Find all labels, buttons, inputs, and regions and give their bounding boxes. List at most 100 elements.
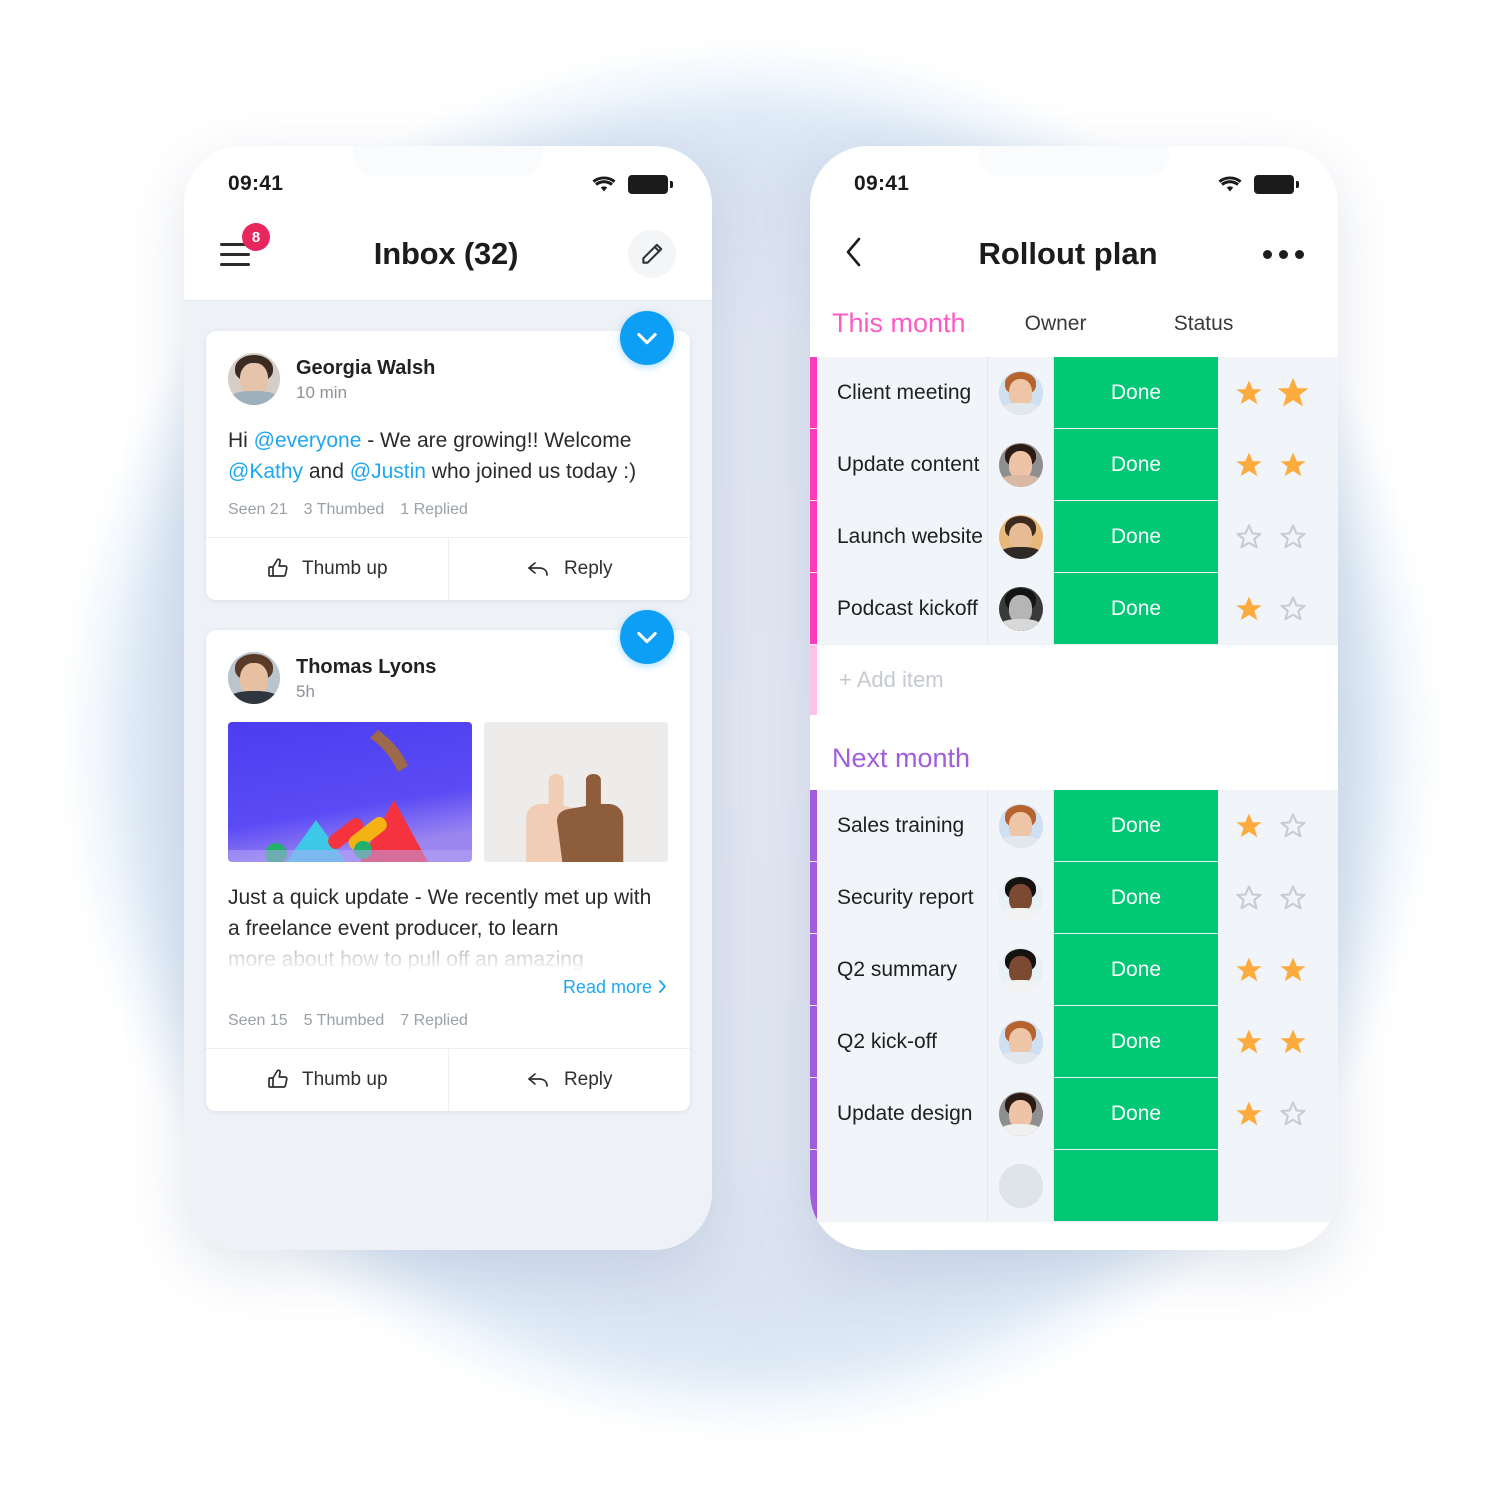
row-name[interactable]: Podcast kickoff [817, 573, 988, 644]
row-accent [810, 501, 817, 572]
table-row[interactable]: Launch website Done [810, 501, 1338, 573]
post-header: Georgia Walsh 10 min [206, 331, 690, 405]
mark-read-button[interactable] [620, 311, 674, 365]
battery-icon [1254, 174, 1299, 194]
avatar [998, 947, 1043, 992]
row-name[interactable] [817, 1150, 988, 1221]
row-owner[interactable] [988, 862, 1054, 933]
row-owner[interactable] [988, 934, 1054, 1005]
row-owner[interactable] [988, 501, 1054, 572]
more-options-icon [1279, 249, 1288, 259]
plan-table-scroll[interactable]: This month Owner Status Client meeting D… [810, 300, 1338, 1250]
shapes-photo[interactable] [228, 722, 472, 863]
table-row[interactable]: Update design Done [810, 1078, 1338, 1150]
thumbs-up-icon [268, 558, 288, 578]
star-empty-icon [1280, 1100, 1306, 1125]
row-rating[interactable] [1218, 1006, 1338, 1077]
shapes-photo-graphic [228, 722, 472, 863]
row-status[interactable]: Done [1054, 790, 1218, 861]
avatar [998, 1091, 1043, 1136]
mention-justin[interactable]: @Justin [350, 460, 426, 483]
row-status[interactable] [1054, 1150, 1218, 1221]
row-owner[interactable] [988, 429, 1054, 500]
phone-mockup-plan: 09:41 Rollout plan This month Owner Stat… [810, 146, 1338, 1250]
row-status[interactable]: Done [1054, 429, 1218, 500]
row-status[interactable]: Done [1054, 1078, 1218, 1149]
group-title[interactable]: Next month [832, 743, 1338, 774]
row-status[interactable]: Done [1054, 357, 1218, 428]
more-options-button[interactable] [1258, 249, 1304, 259]
avatar [998, 586, 1043, 631]
row-status[interactable]: Done [1054, 1006, 1218, 1077]
compose-button[interactable] [628, 230, 676, 278]
mark-read-button[interactable] [620, 610, 674, 665]
table-row[interactable]: Security report Done [810, 862, 1338, 934]
star-filled-icon [1236, 957, 1262, 981]
menu-badge-count: 8 [242, 223, 270, 251]
row-rating[interactable] [1218, 934, 1338, 1005]
row-name[interactable]: Update design [817, 1078, 988, 1149]
row-rating[interactable] [1218, 790, 1338, 861]
inbox-feed[interactable]: Georgia Walsh 10 min Hi @everyone - We a… [184, 300, 712, 1250]
table-row[interactable]: Update content Done [810, 429, 1338, 501]
replied-count: 1 Replied [400, 501, 468, 519]
row-owner[interactable] [988, 357, 1054, 428]
hamburger-menu-icon[interactable]: 8 [220, 223, 270, 271]
add-item-button[interactable]: + Add item [810, 645, 1338, 715]
thumb-up-label: Thumb up [301, 1069, 388, 1091]
row-owner[interactable] [988, 1150, 1054, 1221]
post-author: Thomas Lyons [296, 655, 437, 678]
row-status[interactable]: Done [1054, 934, 1218, 1005]
table-row[interactable] [810, 1150, 1338, 1222]
thumb-up-button[interactable]: Thumb up [206, 538, 448, 600]
row-rating[interactable] [1218, 573, 1338, 644]
star-empty-icon [1236, 523, 1262, 548]
back-button[interactable] [844, 236, 878, 273]
seen-count: Seen 15 [228, 1012, 288, 1030]
table-row[interactable]: Client meeting Done [810, 357, 1338, 429]
row-name[interactable]: Q2 summary [817, 934, 988, 1005]
post-text-part: - We are growing!! Welcome [361, 429, 632, 452]
post-text: Just a quick update - We recently met up… [206, 862, 690, 975]
row-rating[interactable] [1218, 357, 1338, 428]
table-row[interactable]: Q2 kick-off Done [810, 1006, 1338, 1078]
row-rating[interactable] [1218, 1078, 1338, 1149]
table-row[interactable]: Sales training Done [810, 790, 1338, 862]
row-name[interactable]: Update content [817, 429, 988, 500]
row-accent [810, 934, 817, 1005]
row-owner[interactable] [988, 1078, 1054, 1149]
star-empty-icon [1280, 884, 1306, 909]
mention-everyone[interactable]: @everyone [254, 429, 362, 452]
thumbs-up-hands-graphic [484, 722, 668, 863]
row-rating[interactable] [1218, 501, 1338, 572]
reply-button[interactable]: Reply [447, 538, 691, 601]
row-rating[interactable] [1218, 429, 1338, 500]
row-name[interactable]: Security report [817, 862, 988, 933]
row-owner[interactable] [988, 790, 1054, 861]
reply-button[interactable]: Reply [447, 1049, 691, 1112]
thumb-up-button[interactable]: Thumb up [206, 1049, 448, 1111]
mention-kathy[interactable]: @Kathy [228, 460, 303, 483]
row-rating[interactable] [1218, 1150, 1338, 1221]
row-rating[interactable] [1218, 862, 1338, 933]
read-more-link[interactable]: Read more [563, 977, 668, 997]
row-name[interactable]: Q2 kick-off [817, 1006, 988, 1077]
post-stats: Seen 15 5 Thumbed 7 Replied [206, 998, 690, 1048]
wifi-icon [592, 176, 616, 191]
thumbs-up-hands-photo[interactable] [484, 722, 668, 863]
row-owner[interactable] [988, 1006, 1054, 1077]
row-name[interactable]: Sales training [817, 790, 988, 861]
star-filled-icon [1280, 1029, 1306, 1053]
row-owner[interactable] [988, 573, 1054, 644]
avatar [228, 652, 280, 705]
row-accent [810, 862, 817, 933]
row-status[interactable]: Done [1054, 573, 1218, 644]
row-status[interactable]: Done [1054, 501, 1218, 572]
table-row[interactable]: Q2 summary Done [810, 934, 1338, 1006]
group-title[interactable]: This month [832, 308, 966, 339]
table-row[interactable]: Podcast kickoff Done [810, 573, 1338, 645]
star-empty-icon [1280, 523, 1306, 548]
row-name[interactable]: Client meeting [817, 357, 988, 428]
row-name[interactable]: Launch website [817, 501, 988, 572]
row-status[interactable]: Done [1054, 862, 1218, 933]
